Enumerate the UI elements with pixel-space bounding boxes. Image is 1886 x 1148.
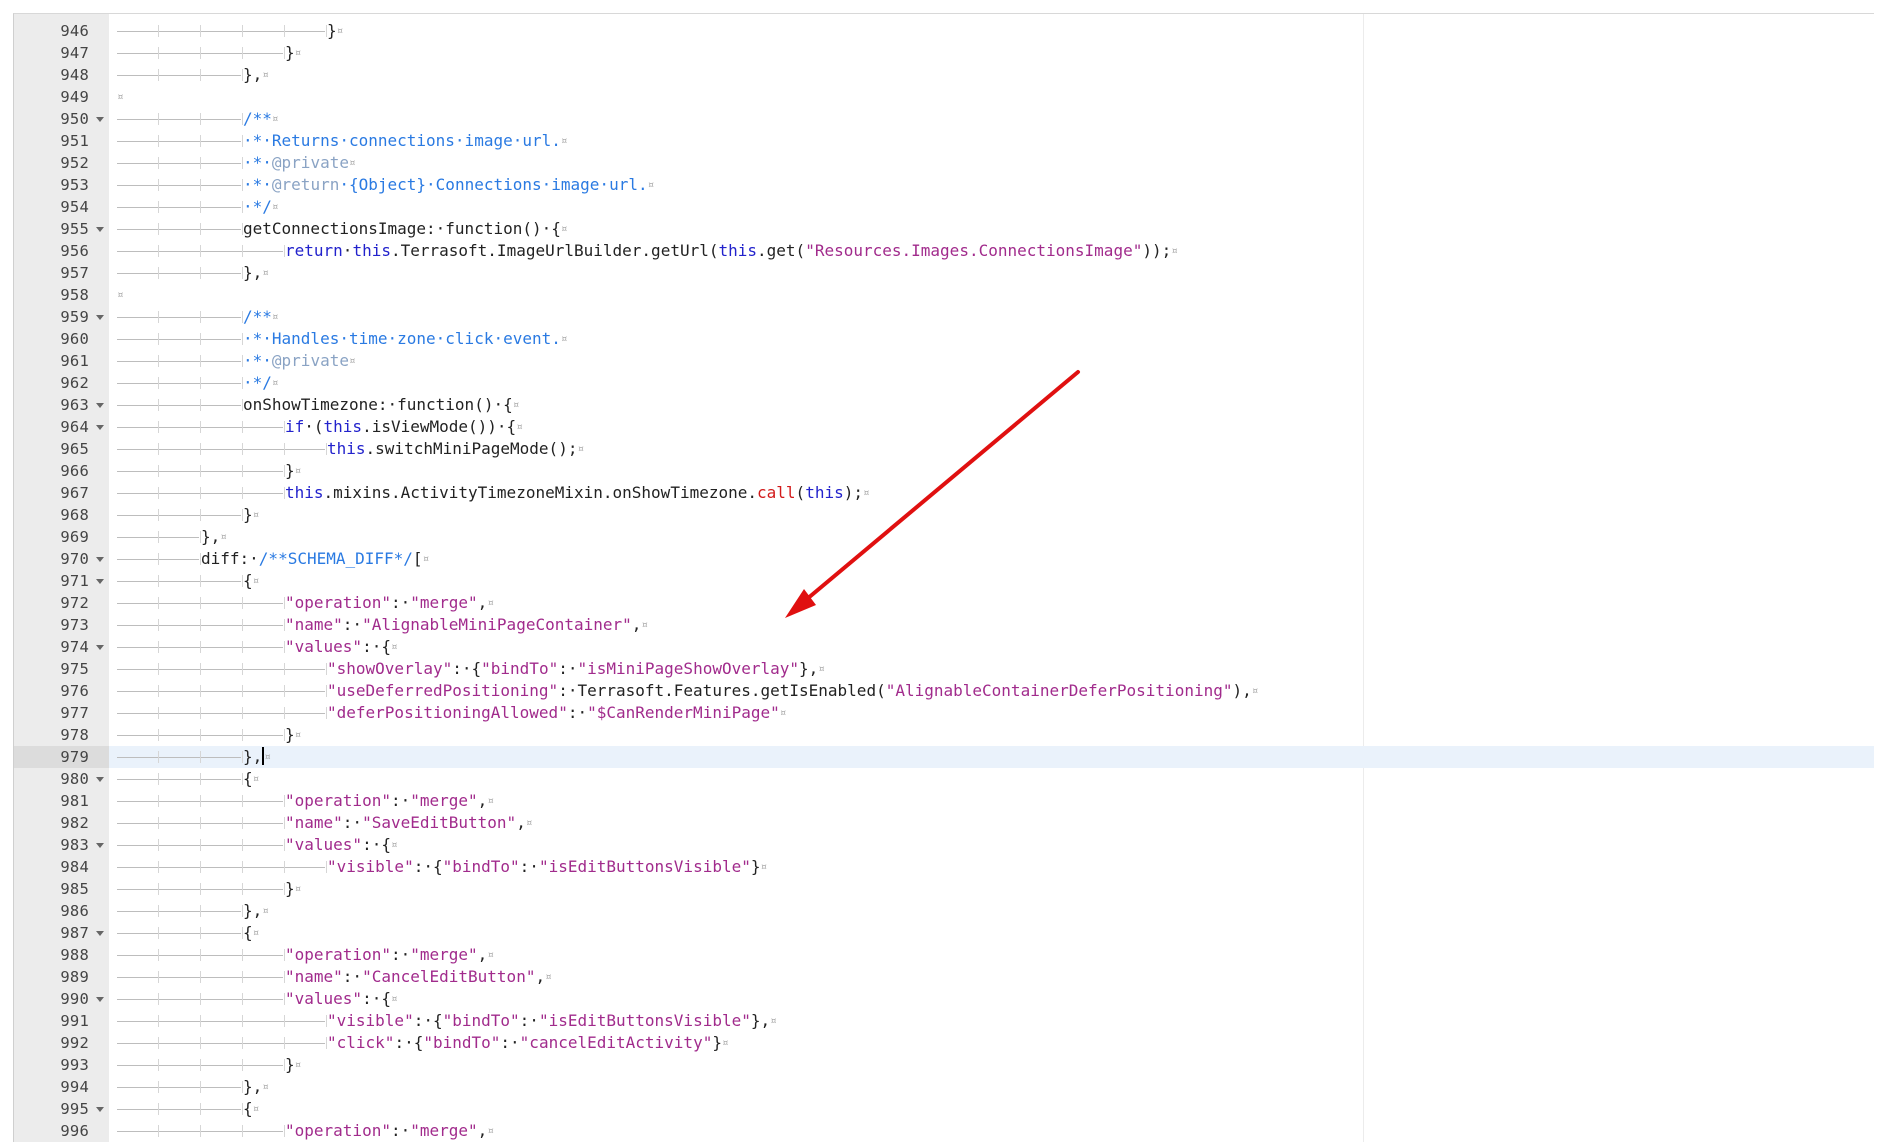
annotation-arrow-icon [785,370,1080,618]
annotation-arrow-shaft [799,370,1080,606]
code-editor[interactable]: 946}¤ 947}¤ 948},¤ 949 ¤ 950/**¤ 951 ·*·Returns… [13,13,1874,1142]
